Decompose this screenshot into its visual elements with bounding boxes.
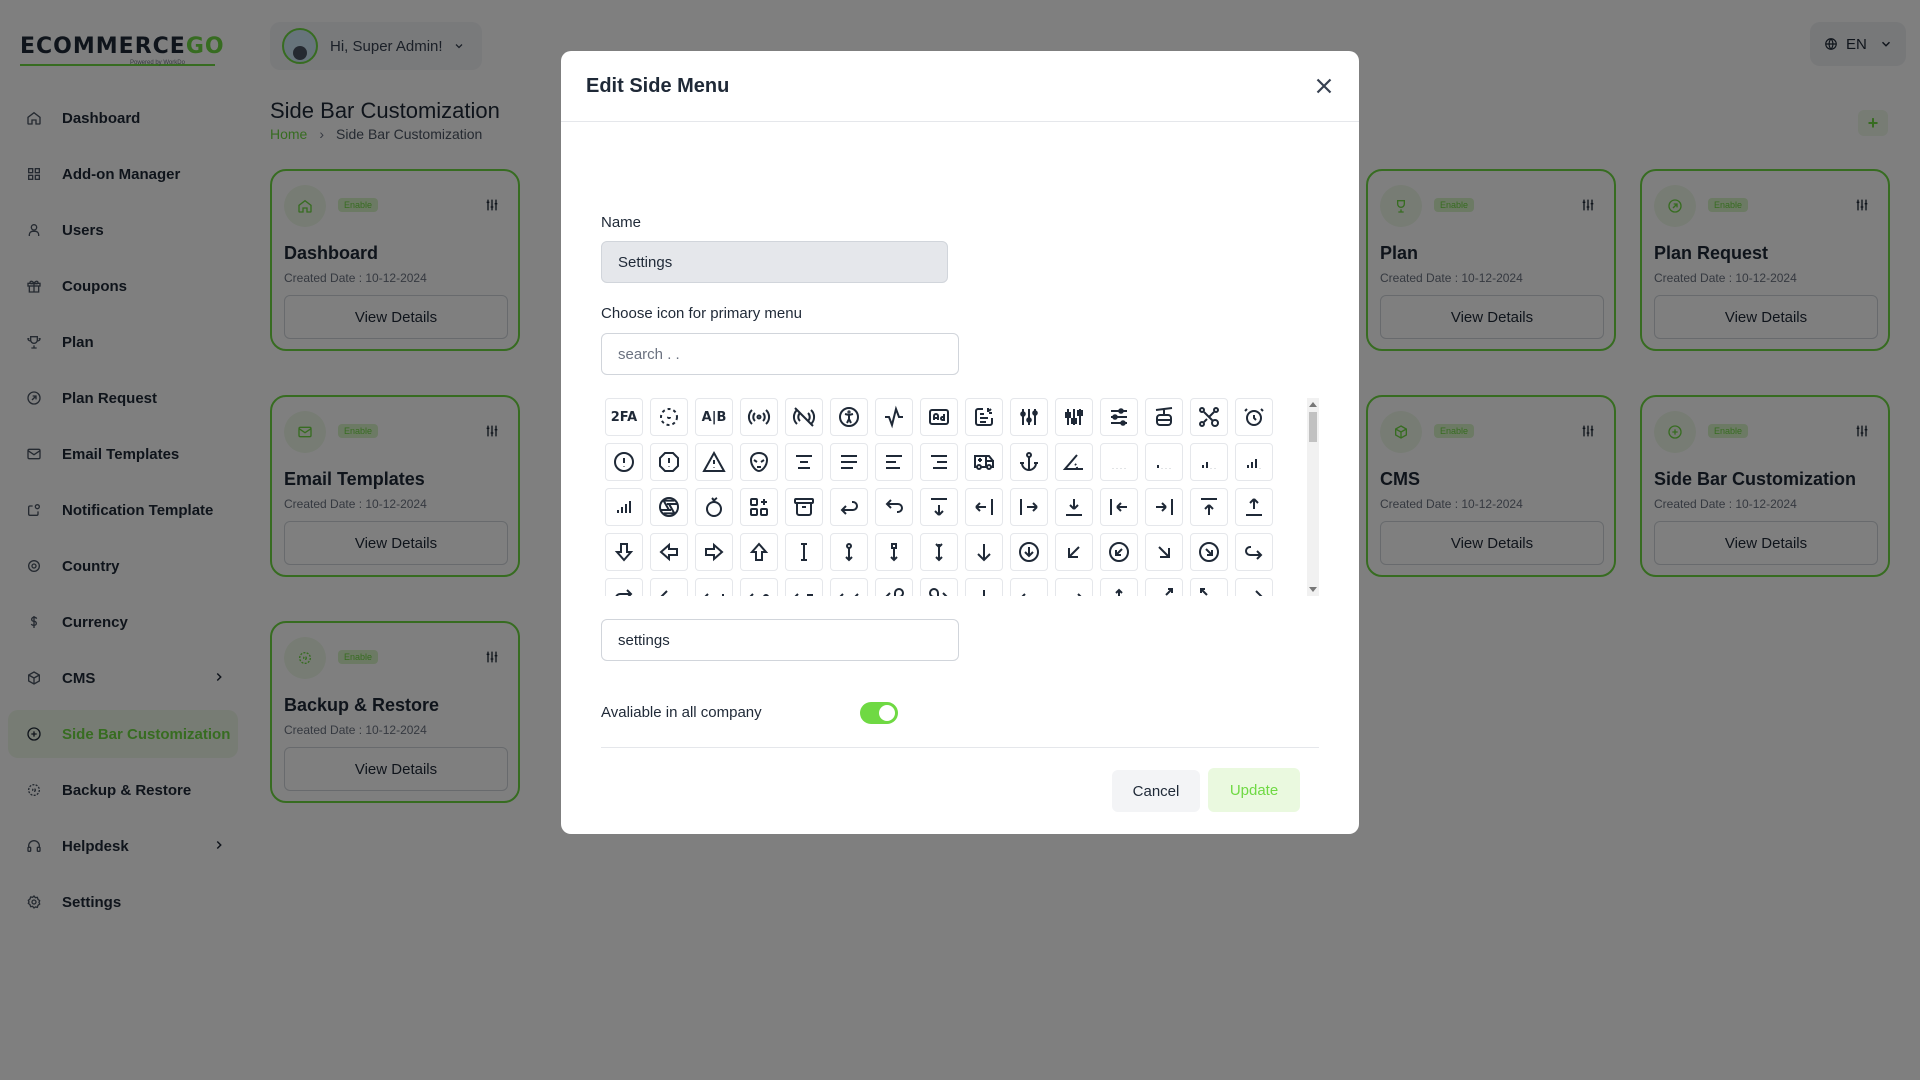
arrow-bar-right-icon[interactable] [1010,488,1048,526]
ab-test-icon[interactable]: A|B [695,398,733,436]
arrow-narrow-up-icon[interactable] [1100,578,1138,596]
align-right-icon[interactable] [920,443,958,481]
arrow-narrow-right-icon[interactable] [1055,578,1093,596]
activity-icon[interactable] [875,398,913,436]
cancel-button[interactable]: Cancel [1112,770,1200,812]
arrow-left-bar-icon[interactable] [695,578,733,596]
arrow-right-icon[interactable] [1235,578,1273,596]
arrow-back-icon[interactable] [830,488,868,526]
accessible-icon[interactable] [830,398,868,436]
antenna-bars-2-icon[interactable] [1145,443,1183,481]
arrow-bar-to-up-icon[interactable] [1190,488,1228,526]
angle-icon[interactable] [1055,443,1093,481]
arrow-big-top-icon[interactable] [740,533,778,571]
arrow-bar-to-down-icon[interactable] [1055,488,1093,526]
icon-picker-scrollbar[interactable] [1307,398,1319,596]
arrow-left-icon[interactable] [650,578,688,596]
arrow-bar-down-icon[interactable] [920,488,958,526]
arrow-down-left-circle-icon[interactable] [1100,533,1138,571]
modal-title: Edit Side Menu [586,74,730,97]
arrow-bottom-bar-icon[interactable] [785,533,823,571]
modal-header: Edit Side Menu [561,51,1359,122]
affiliate-icon[interactable] [1190,398,1228,436]
antenna-bars-4-icon[interactable] [1235,443,1273,481]
align-left-icon[interactable] [875,443,913,481]
company-availability-label: Avaliable in all company [601,704,762,721]
archive-icon[interactable] [785,488,823,526]
arrow-left-tail-icon[interactable] [830,578,868,596]
antenna-bars-3-icon[interactable] [1190,443,1228,481]
aperture-icon[interactable] [650,488,688,526]
broadcast-off-icon[interactable] [785,398,823,436]
ad-icon[interactable] [920,398,958,436]
scroll-down-arrow-icon[interactable] [1309,587,1317,592]
arrow-bar-to-right-icon[interactable] [1145,488,1183,526]
name-field[interactable]: Settings [601,241,948,283]
apps-icon[interactable] [740,488,778,526]
apple-icon[interactable] [695,488,733,526]
align-center-icon[interactable] [785,443,823,481]
arrow-loop-left-icon[interactable] [875,578,913,596]
adjustments-alt-icon[interactable] [1055,398,1093,436]
arrow-down-icon[interactable] [965,533,1003,571]
arrows-diagonal-icon[interactable] [1145,578,1183,596]
close-icon[interactable] [1311,73,1337,99]
alarm-icon[interactable] [1235,398,1273,436]
anchor-icon[interactable] [1010,443,1048,481]
selected-icon-field[interactable]: settings [601,619,959,661]
divider [601,747,1319,748]
ambulance-icon[interactable] [965,443,1003,481]
arrow-down-left-icon[interactable] [1055,533,1093,571]
scroll-up-arrow-icon[interactable] [1309,402,1317,407]
arrow-left-circle-icon[interactable] [740,578,778,596]
arrow-big-left-icon[interactable] [650,533,688,571]
arrow-loop-right-icon[interactable] [920,578,958,596]
alert-octagon-icon[interactable] [650,443,688,481]
company-availability-toggle[interactable] [860,702,898,724]
alert-triangle-icon[interactable] [695,443,733,481]
arrow-bar-to-left-icon[interactable] [1100,488,1138,526]
name-label: Name [601,214,642,231]
arrow-big-right-icon[interactable] [695,533,733,571]
focus-dashed-icon[interactable] [650,398,688,436]
arrow-down-right-circle-icon[interactable] [1190,533,1228,571]
arrow-back-up-icon[interactable] [875,488,913,526]
align-justified-icon[interactable] [830,443,868,481]
toggle-knob [879,705,895,721]
aerial-lift-icon[interactable] [1145,398,1183,436]
icon-chooser-label: Choose icon for primary menu [601,305,802,322]
edit-side-menu-modal: Edit Side Menu Name Settings Choose icon… [561,51,1359,834]
alert-circle-icon[interactable] [605,443,643,481]
arrow-narrow-down-icon[interactable] [965,578,1003,596]
antenna-bars-1-icon[interactable] [1100,443,1138,481]
arrow-bar-left-icon[interactable] [965,488,1003,526]
arrow-bottom-square-icon[interactable] [875,533,913,571]
arrow-down-right-icon[interactable] [1145,533,1183,571]
arrow-forward-icon[interactable] [1235,533,1273,571]
arrow-forward-up-icon[interactable] [605,578,643,596]
icon-search-input[interactable] [601,333,959,375]
arrow-narrow-left-icon[interactable] [1010,578,1048,596]
arrows-diagonal-2-icon[interactable] [1190,578,1228,596]
icon-grid: 2FA A|B [605,398,1275,596]
2fa-icon[interactable]: 2FA [605,398,643,436]
arrow-left-square-icon[interactable] [785,578,823,596]
adjustments-horizontal-icon[interactable] [1100,398,1138,436]
arrow-big-down-icon[interactable] [605,533,643,571]
update-button[interactable]: Update [1208,768,1300,812]
ad-2-icon[interactable] [965,398,1003,436]
arrow-bar-up-icon[interactable] [1235,488,1273,526]
broadcast-icon[interactable] [740,398,778,436]
arrow-bottom-circle-icon[interactable] [830,533,868,571]
icon-picker: 2FA A|B [601,398,1319,596]
alien-icon[interactable] [740,443,778,481]
arrow-down-circle-icon[interactable] [1010,533,1048,571]
antenna-bars-5-icon[interactable] [605,488,643,526]
arrow-bottom-tail-icon[interactable] [920,533,958,571]
adjustments-icon[interactable] [1010,398,1048,436]
scroll-thumb[interactable] [1309,412,1317,442]
